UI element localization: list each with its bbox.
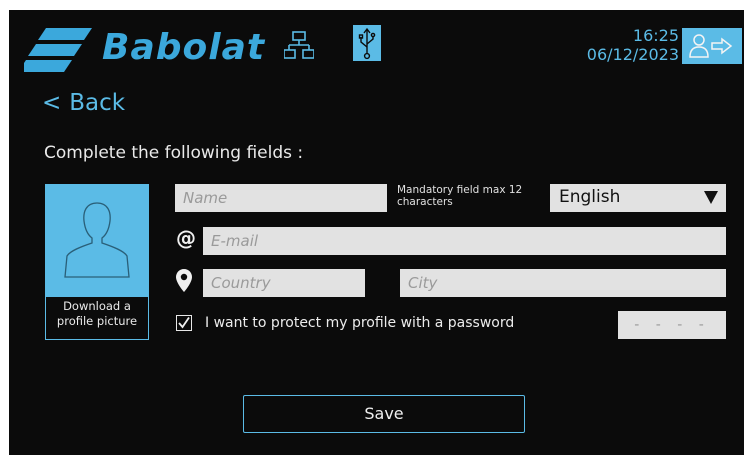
- upload-picture-label: Download a profile picture: [46, 299, 148, 329]
- save-button[interactable]: Save: [243, 395, 525, 433]
- upload-label-line1: Download a: [63, 299, 131, 313]
- profile-picture-upload[interactable]: Download a profile picture: [45, 184, 149, 340]
- date-text: 06/12/2023: [586, 45, 679, 64]
- back-label: Back: [69, 90, 126, 116]
- name-input[interactable]: [175, 184, 387, 212]
- network-icon: [283, 30, 315, 64]
- datetime-display: 16:25 06/12/2023: [569, 26, 679, 64]
- user-silhouette-icon: [64, 202, 130, 278]
- at-sign-icon: @: [176, 226, 196, 250]
- upload-label-line2: profile picture: [56, 314, 138, 328]
- form-instructions: Complete the following fields :: [44, 143, 304, 163]
- logout-button[interactable]: [682, 28, 742, 64]
- language-select[interactable]: English: [550, 184, 726, 212]
- location-pin-icon: [175, 268, 193, 294]
- checkmark-icon: [178, 316, 190, 329]
- country-input[interactable]: [203, 269, 365, 297]
- dropdown-arrow-icon: [704, 191, 718, 204]
- app-screen: Babolat 16:25 06/12/2023 < Back Complete…: [9, 10, 744, 455]
- avatar-placeholder: [46, 185, 148, 297]
- babolat-logo: Babolat: [24, 22, 272, 74]
- back-button[interactable]: < Back: [42, 90, 125, 116]
- email-input[interactable]: [203, 227, 726, 255]
- password-input[interactable]: - - - -: [618, 311, 726, 339]
- name-field-hint: Mandatory field max 12 characters: [397, 184, 523, 208]
- user-exit-icon: [689, 34, 733, 58]
- usb-icon[interactable]: [353, 25, 381, 61]
- city-input[interactable]: [400, 269, 726, 297]
- time-text: 16:25: [632, 26, 679, 45]
- language-value: English: [559, 187, 621, 207]
- chevron-left-icon: <: [42, 90, 62, 116]
- brand-name: Babolat: [102, 27, 266, 68]
- password-protect-label: I want to protect my profile with a pass…: [205, 315, 515, 331]
- password-protect-checkbox[interactable]: [176, 315, 192, 331]
- racket-stripes-icon: [24, 28, 92, 72]
